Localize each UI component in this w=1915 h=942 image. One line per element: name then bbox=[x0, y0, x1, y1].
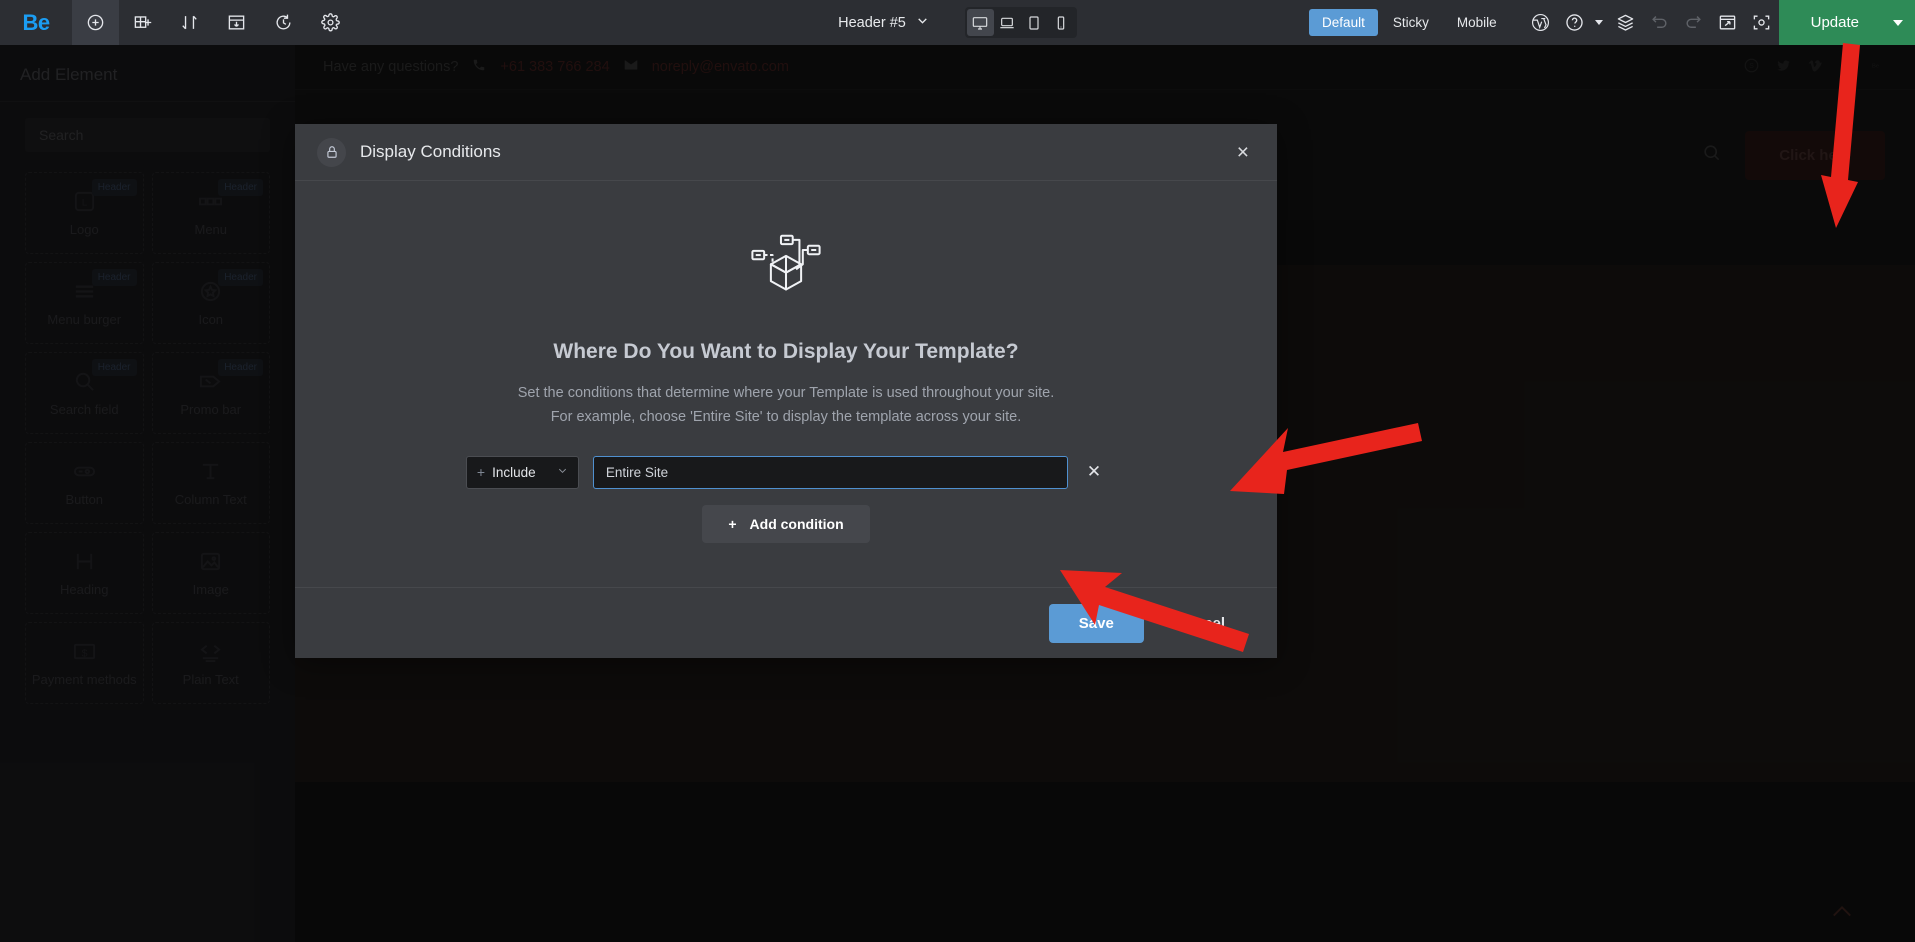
state-tabs: Default Sticky Mobile bbox=[1309, 9, 1510, 36]
wordpress-icon[interactable] bbox=[1524, 0, 1558, 45]
description-line-2: For example, choose 'Entire Site' to dis… bbox=[550, 408, 1022, 425]
add-section-icon[interactable] bbox=[119, 0, 166, 45]
template-network-illustration bbox=[744, 229, 828, 318]
device-tablet[interactable] bbox=[1021, 9, 1048, 36]
display-conditions-modal: Display Conditions × Where Do You Want t… bbox=[295, 124, 1277, 658]
focus-icon[interactable] bbox=[1745, 0, 1779, 45]
template-selector[interactable]: Header #5 bbox=[838, 14, 929, 31]
add-condition-button[interactable]: + Add condition bbox=[702, 504, 870, 543]
reorder-icon[interactable] bbox=[166, 0, 213, 45]
redo-icon[interactable] bbox=[1677, 0, 1711, 45]
settings-icon[interactable] bbox=[307, 0, 354, 45]
device-mobile[interactable] bbox=[1048, 9, 1075, 36]
chevron-down-icon bbox=[1594, 20, 1603, 25]
save-button[interactable]: Save bbox=[1048, 603, 1144, 643]
history-icon[interactable] bbox=[260, 0, 307, 45]
plus-icon: + bbox=[476, 464, 486, 481]
modal-title: Display Conditions bbox=[360, 142, 501, 161]
chevron-down-icon bbox=[557, 463, 568, 481]
modal-heading: Where Do You Want to Display Your Templa… bbox=[553, 340, 1019, 363]
condition-type-label: Include bbox=[492, 464, 536, 480]
plus-icon: + bbox=[728, 515, 737, 532]
editor-root: Have any questions? +61 383 766 284 nore… bbox=[0, 0, 1915, 942]
modal-body: Where Do You Want to Display Your Templa… bbox=[295, 181, 1277, 587]
description-line-1: Set the conditions that determine where … bbox=[517, 385, 1055, 401]
lock-icon bbox=[317, 137, 346, 167]
be-logo[interactable]: Be bbox=[0, 0, 72, 45]
condition-value-input[interactable] bbox=[592, 455, 1068, 489]
device-preview-group bbox=[964, 7, 1077, 38]
add-condition-label: Add condition bbox=[749, 515, 844, 532]
device-laptop[interactable] bbox=[994, 9, 1021, 36]
condition-row: + Include ✕ bbox=[465, 455, 1106, 489]
layout-icon[interactable] bbox=[213, 0, 260, 45]
close-icon[interactable]: × bbox=[1231, 138, 1255, 167]
update-button[interactable]: Update bbox=[1778, 0, 1891, 45]
layers-icon[interactable] bbox=[1609, 0, 1643, 45]
help-icon[interactable] bbox=[1558, 0, 1592, 45]
device-desktop[interactable] bbox=[966, 9, 994, 36]
tab-sticky[interactable]: Sticky bbox=[1380, 9, 1442, 36]
tab-default[interactable]: Default bbox=[1309, 9, 1378, 36]
editor-topbar: Be Header #5 Default Sticky Mobile Updat… bbox=[0, 0, 1915, 45]
condition-type-select[interactable]: + Include bbox=[465, 455, 579, 489]
modal-header: Display Conditions × bbox=[295, 124, 1277, 181]
template-name-label: Header #5 bbox=[838, 14, 906, 31]
topbar-right: Default Sticky Mobile Update bbox=[1309, 0, 1915, 45]
chevron-down-icon bbox=[916, 14, 929, 31]
update-dropdown-icon[interactable] bbox=[1891, 0, 1915, 45]
preview-icon[interactable] bbox=[1711, 0, 1745, 45]
help-menu[interactable] bbox=[1558, 0, 1609, 45]
cancel-button[interactable]: Cancel bbox=[1154, 604, 1247, 643]
remove-condition-icon[interactable]: ✕ bbox=[1082, 459, 1106, 485]
undo-icon[interactable] bbox=[1643, 0, 1677, 45]
add-element-icon[interactable] bbox=[72, 0, 119, 45]
modal-footer: Save Cancel bbox=[295, 587, 1277, 658]
tab-mobile[interactable]: Mobile bbox=[1444, 9, 1510, 36]
modal-description: Set the conditions that determine where … bbox=[518, 382, 1055, 430]
